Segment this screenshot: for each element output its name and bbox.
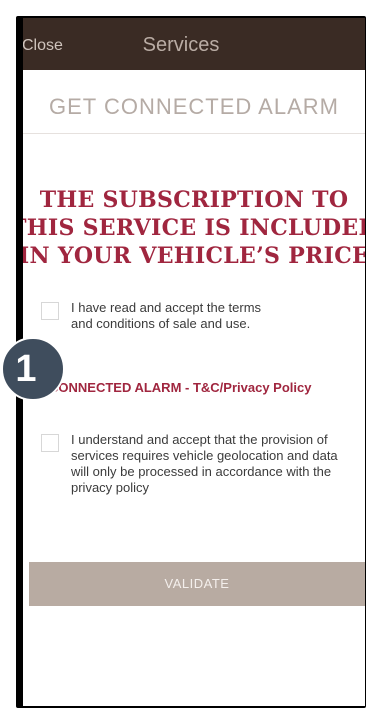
terms-text-line-1: I have read and accept the terms [71,300,262,315]
page-title: Services [142,34,220,56]
geolocation-checkbox[interactable] [41,434,59,452]
app-screen: Close Services GET CONNECTED ALARM THE S… [23,18,365,706]
phone-frame: Close Services GET CONNECTED ALARM THE S… [16,16,366,708]
privacy-policy-link[interactable]: CONNECTED ALARM - T&C/Privacy Policy [49,380,311,395]
top-bar: Close Services [23,18,365,70]
subscription-headline: THE SUBSCRIPTION TO THIS SERVICE IS INCL… [23,186,365,270]
geolocation-text-line-2: services requires vehicle geolocation an… [71,448,338,463]
terms-text: I have read and accept the terms and con… [71,300,261,332]
geolocation-text-line-3: will only be processed in accordance wit… [71,464,332,479]
divider [23,133,365,134]
step-number-badge: 1 [1,337,65,401]
geolocation-text-line-4: privacy policy [71,480,150,495]
geolocation-text: I understand and accept that the provisi… [71,432,338,496]
geolocation-text-line-1: I understand and accept that the provisi… [71,432,328,447]
terms-checkbox[interactable] [41,302,59,320]
headline-line-2: THIS SERVICE IS INCLUDED [23,215,365,241]
terms-checkbox-row[interactable]: I have read and accept the terms and con… [41,300,351,332]
service-subtitle: GET CONNECTED ALARM [49,94,339,119]
validate-button[interactable]: VALIDATE [29,562,365,606]
headline-line-3: IN YOUR VEHICLE’S PRICE [23,243,365,269]
terms-text-line-2: and conditions of sale and use. [71,316,251,331]
geolocation-checkbox-row[interactable]: I understand and accept that the provisi… [41,432,351,496]
headline-line-1: THE SUBSCRIPTION TO [39,187,349,213]
